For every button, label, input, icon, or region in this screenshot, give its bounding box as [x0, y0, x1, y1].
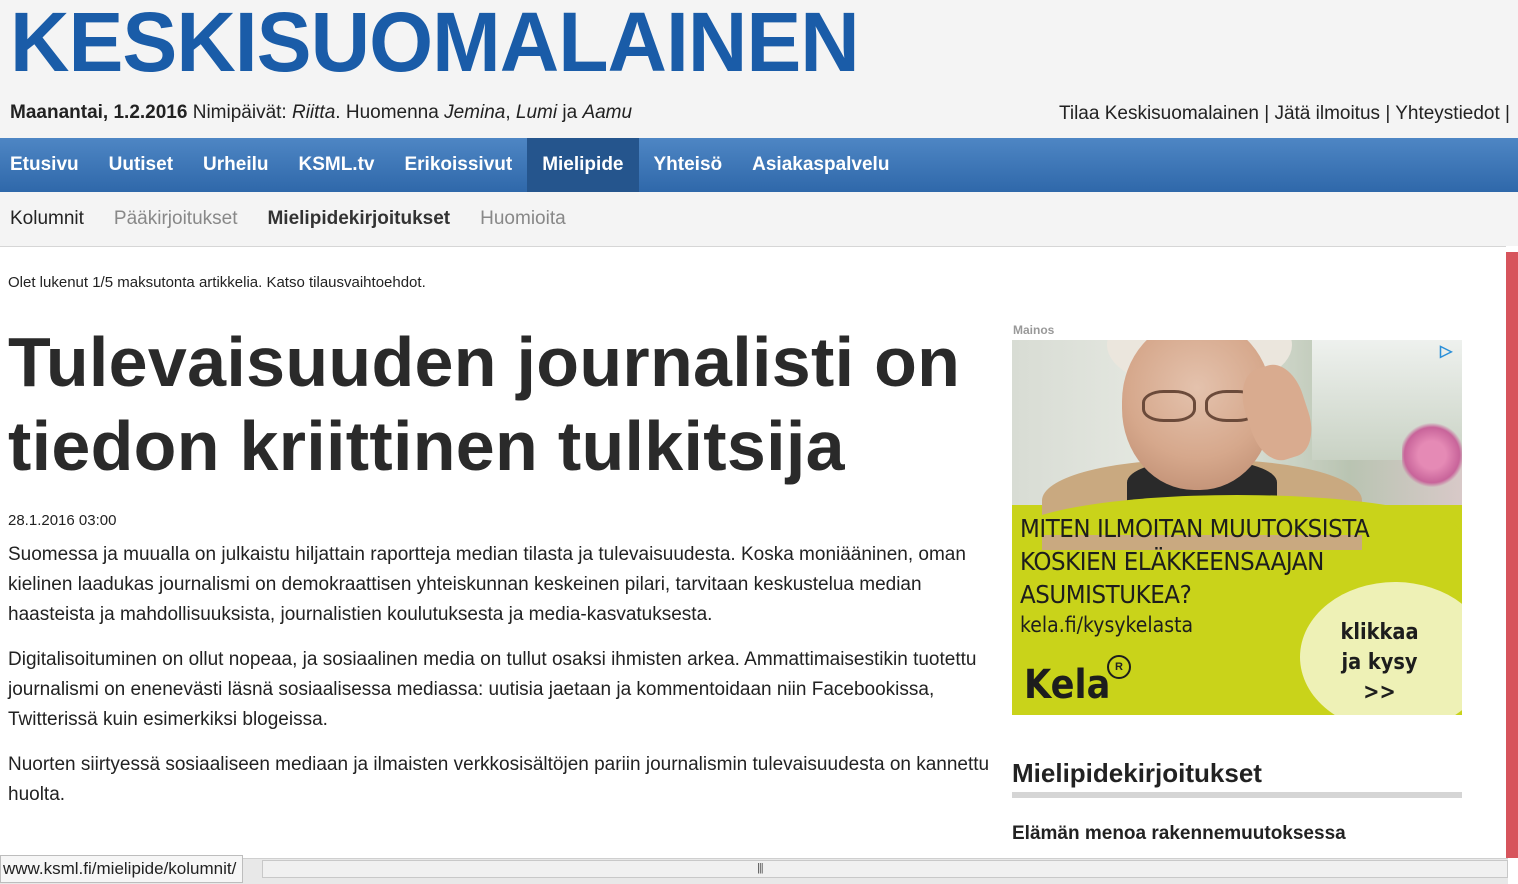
article-headline: Tulevaisuuden journalisti on tiedon krii…: [8, 323, 961, 485]
kela-mark-icon: R: [1107, 655, 1131, 679]
dateline: Maanantai, 1.2.2016 Nimipäivät: Riitta. …: [10, 102, 633, 123]
publish-date: 28.1.2016 03:00: [8, 512, 117, 529]
and-word: ja: [562, 102, 578, 123]
sidebar-heading: Mielipidekirjoitukset: [1012, 758, 1462, 798]
status-bar-url: www.ksml.fi/mielipide/kolumnit/: [0, 855, 244, 883]
subnav-item-mielipidekirjoitukset[interactable]: Mielipidekirjoitukset: [252, 192, 465, 246]
sidebar-article-link[interactable]: Elämän menoa rakennemuutoksessa: [1012, 823, 1346, 845]
ad-cta-text[interactable]: klikkaa ja kysy >>: [1329, 618, 1430, 708]
leave-ad-link[interactable]: Jätä ilmoitus: [1274, 103, 1380, 124]
ad-headline: MITEN ILMOITAN MUUTOKSISTA KOSKIEN ELÄKK…: [1020, 512, 1370, 611]
ad-url: kela.fi/kysykelasta: [1020, 613, 1194, 637]
nav-item-ksml-tv[interactable]: KSML.tv: [283, 138, 389, 192]
nav-item-urheilu[interactable]: Urheilu: [188, 138, 283, 192]
nav-item-etusivu[interactable]: Etusivu: [0, 138, 94, 192]
ad-label: Mainos: [1013, 323, 1055, 337]
horizontal-scrollbar-thumb[interactable]: [262, 860, 1508, 878]
tomorrow-name-3: Aamu: [582, 102, 633, 123]
tomorrow-name-2: Lumi: [515, 102, 558, 123]
article-body: Suomessa ja muualla on julkaistu hiljatt…: [8, 540, 993, 825]
nav-item-asiakaspalvelu[interactable]: Asiakaspalvelu: [737, 138, 904, 192]
site-logo[interactable]: KESKISUOMALAINEN: [10, 0, 860, 91]
nav-item-yhteiso[interactable]: Yhteisö: [639, 138, 738, 192]
scroll-grip-icon: |||: [757, 862, 764, 874]
subnav-item-paakirjoitukset[interactable]: Pääkirjoitukset: [99, 192, 253, 246]
ad-cta-line-3: >>: [1363, 680, 1396, 705]
nav-item-erikoissivut[interactable]: Erikoissivut: [389, 138, 527, 192]
nav-item-uutiset[interactable]: Uutiset: [94, 138, 188, 192]
current-date: Maanantai, 1.2.2016: [10, 102, 188, 123]
sub-nav: Kolumnit Pääkirjoitukset Mielipidekirjoi…: [0, 192, 1518, 247]
article-paragraph: Nuorten siirtyessä sosiaaliseen mediaan …: [8, 754, 990, 805]
tomorrow-label: Huomenna: [345, 102, 439, 123]
glasses-left-shape: [1142, 390, 1196, 422]
article-paragraph: Suomessa ja muualla on julkaistu hiljatt…: [8, 544, 966, 625]
nameday-label: Nimipäivät:: [192, 102, 287, 123]
masthead: KESKISUOMALAINEN Maanantai, 1.2.2016 Nim…: [0, 0, 1518, 138]
ad-cta-line-2: ja kysy: [1341, 650, 1418, 675]
ad-line-3: ASUMISTUKEA?: [1020, 580, 1192, 609]
contact-link[interactable]: Yhteystiedot: [1395, 103, 1500, 124]
ad-cta-line-1: klikkaa: [1340, 620, 1419, 645]
subscribe-link[interactable]: Tilaa Keskisuomalainen: [1059, 103, 1259, 124]
nav-item-mielipide[interactable]: Mielipide: [527, 138, 639, 192]
flowers-shape: [1402, 420, 1462, 490]
ad-brand-logo: Kela: [1024, 662, 1111, 708]
subnav-item-huomioita[interactable]: Huomioita: [465, 192, 581, 246]
subnav-item-kolumnit[interactable]: Kolumnit: [0, 192, 99, 246]
top-links: Tilaa Keskisuomalainen | Jätä ilmoitus |…: [1058, 103, 1510, 124]
tomorrow-name-1: Jemina: [444, 102, 506, 123]
ad-line-1: MITEN ILMOITAN MUUTOKSISTA: [1020, 514, 1370, 543]
ad-photo: [1012, 340, 1462, 550]
vertical-scrollbar[interactable]: [1506, 252, 1518, 858]
main-nav: Etusivu Uutiset Urheilu KSML.tv Erikoiss…: [0, 138, 1518, 192]
adchoices-icon[interactable]: ▷: [1440, 344, 1458, 360]
article-paragraph: Digitalisoituminen on ollut nopeaa, ja s…: [8, 649, 977, 730]
nameday-today: Riitta: [291, 102, 336, 123]
ad-banner[interactable]: MITEN ILMOITAN MUUTOKSISTA KOSKIEN ELÄKK…: [1012, 340, 1462, 715]
ad-line-2: KOSKIEN ELÄKKEENSAAJAN: [1020, 547, 1324, 576]
paywall-notice[interactable]: Olet lukenut 1/5 maksutonta artikkelia. …: [8, 274, 426, 291]
